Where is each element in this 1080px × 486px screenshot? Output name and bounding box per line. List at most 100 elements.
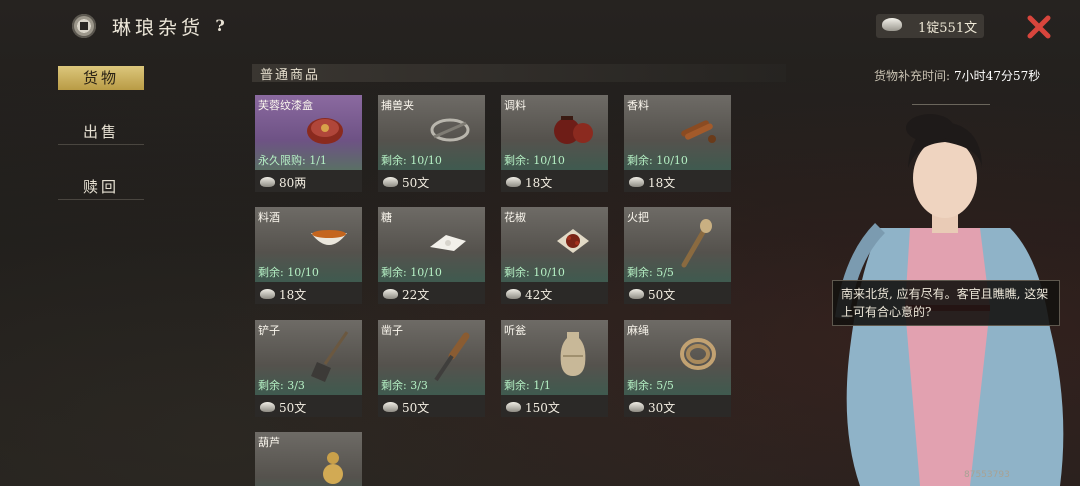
item-name: 凿子 bbox=[381, 324, 403, 337]
item-name: 芙蓉纹漆盒 bbox=[258, 99, 313, 112]
nav-tab-sell[interactable]: 出售 bbox=[58, 120, 144, 145]
item-card[interactable]: 芙蓉纹漆盒 永久限购: 1/1 80两 bbox=[255, 95, 362, 192]
item-price: 18文 bbox=[525, 176, 553, 190]
gourd-icon bbox=[323, 452, 343, 484]
item-card[interactable]: 葫芦 bbox=[255, 432, 362, 486]
item-price-row: 150文 bbox=[501, 398, 608, 417]
item-name: 葫芦 bbox=[258, 436, 280, 449]
item-card[interactable]: 料酒 剩余: 10/10 18文 bbox=[255, 207, 362, 304]
shovel-icon bbox=[311, 331, 349, 382]
item-price: 50文 bbox=[402, 401, 430, 415]
silver-ingot-icon bbox=[629, 289, 644, 299]
item-stock: 剩余: 10/10 bbox=[504, 154, 565, 167]
silver-ingot-icon bbox=[506, 177, 521, 187]
item-name: 调料 bbox=[504, 99, 526, 112]
item-name: 麻绳 bbox=[627, 324, 649, 337]
seasoning-jar-icon bbox=[554, 116, 593, 144]
item-stock: 剩余: 3/3 bbox=[258, 379, 305, 392]
trap-icon bbox=[430, 118, 470, 142]
restock-label: 货物补充时间: bbox=[874, 69, 951, 83]
item-price: 150文 bbox=[525, 401, 560, 415]
item-price-row: 18文 bbox=[255, 285, 362, 304]
item-stock: 剩余: 10/10 bbox=[381, 154, 442, 167]
item-card[interactable]: 调料 剩余: 10/10 18文 bbox=[501, 95, 608, 192]
item-price: 30文 bbox=[648, 401, 676, 415]
close-icon[interactable] bbox=[1026, 14, 1052, 40]
section-header: 普通商品 bbox=[252, 64, 786, 83]
item-stock: 永久限购: 1/1 bbox=[258, 154, 327, 167]
item-card[interactable]: 凿子 剩余: 3/3 50文 bbox=[378, 320, 485, 417]
item-stock: 剩余: 5/5 bbox=[627, 379, 674, 392]
item-price: 18文 bbox=[648, 176, 676, 190]
merchant-speech-bubble: 南来北货, 应有尽有。客官且瞧瞧, 这架上可有合心意的? bbox=[832, 280, 1060, 326]
help-icon[interactable]: ? bbox=[208, 14, 232, 38]
coin-icon bbox=[72, 14, 96, 38]
shop-title: 琳琅杂货 bbox=[112, 17, 205, 39]
item-stock: 剩余: 5/5 bbox=[627, 266, 674, 279]
silver-ingot-icon bbox=[383, 177, 398, 187]
silver-ingot-icon bbox=[882, 18, 902, 31]
silver-ingot-icon bbox=[383, 402, 398, 412]
currency-amount: 1锭551文 bbox=[918, 21, 978, 36]
item-stock: 剩余: 10/10 bbox=[504, 266, 565, 279]
item-card[interactable]: 糖 剩余: 10/10 22文 bbox=[378, 207, 485, 304]
item-price: 50文 bbox=[648, 288, 676, 302]
item-stock: 剩余: 1/1 bbox=[504, 379, 551, 392]
item-price-row: 50文 bbox=[378, 173, 485, 192]
silver-ingot-icon bbox=[506, 402, 521, 412]
item-name: 捕兽夹 bbox=[381, 99, 414, 112]
rope-icon bbox=[680, 338, 716, 370]
item-price: 50文 bbox=[279, 401, 307, 415]
watermark-text: 87553793 bbox=[964, 470, 1010, 480]
side-nav: 货物 出售 赎回 bbox=[58, 66, 146, 230]
item-name: 花椒 bbox=[504, 211, 526, 224]
currency-display: 1锭551文 bbox=[876, 14, 984, 38]
item-stock: 剩余: 10/10 bbox=[627, 154, 688, 167]
sugar-icon bbox=[430, 235, 466, 251]
nav-tab-redeem[interactable]: 赎回 bbox=[58, 175, 144, 200]
divider bbox=[912, 104, 990, 105]
item-stock: 剩余: 10/10 bbox=[258, 266, 319, 279]
item-stock: 剩余: 3/3 bbox=[381, 379, 428, 392]
item-price-row: 50文 bbox=[255, 398, 362, 417]
item-price: 80两 bbox=[279, 176, 307, 190]
silver-ingot-icon bbox=[629, 402, 644, 412]
item-price-row: 18文 bbox=[501, 173, 608, 192]
item-card[interactable]: 香料 剩余: 10/10 18文 bbox=[624, 95, 731, 192]
silver-ingot-icon bbox=[260, 289, 275, 299]
top-bar: 琳琅杂货 ? 1锭551文 bbox=[0, 0, 1080, 56]
chisel-icon bbox=[434, 332, 470, 382]
item-card[interactable]: 火把 剩余: 5/5 50文 bbox=[624, 207, 731, 304]
item-price-row: 42文 bbox=[501, 285, 608, 304]
item-name: 香料 bbox=[627, 99, 649, 112]
silver-ingot-icon bbox=[260, 177, 275, 187]
item-price-row: 22文 bbox=[378, 285, 485, 304]
silver-ingot-icon bbox=[260, 402, 275, 412]
item-price: 18文 bbox=[279, 288, 307, 302]
lacquer-box-icon bbox=[307, 118, 343, 144]
peppercorn-icon bbox=[557, 229, 589, 253]
nav-tab-goods[interactable]: 货物 bbox=[58, 66, 144, 90]
item-price-row: 30文 bbox=[624, 398, 731, 417]
silver-ingot-icon bbox=[506, 289, 521, 299]
item-card[interactable]: 麻绳 剩余: 5/5 30文 bbox=[624, 320, 731, 417]
item-name: 糖 bbox=[381, 211, 392, 224]
item-name: 铲子 bbox=[258, 324, 280, 337]
torch-icon bbox=[681, 219, 712, 268]
item-card[interactable]: 花椒 剩余: 10/10 42文 bbox=[501, 207, 608, 304]
urn-icon bbox=[560, 332, 586, 376]
item-name: 火把 bbox=[627, 211, 649, 224]
item-card[interactable]: 铲子 剩余: 3/3 50文 bbox=[255, 320, 362, 417]
restock-timer: 货物补充时间: 7小时47分57秒 bbox=[874, 67, 1040, 84]
item-stock: 剩余: 10/10 bbox=[381, 266, 442, 279]
item-card[interactable]: 捕兽夹 剩余: 10/10 50文 bbox=[378, 95, 485, 192]
spice-icon bbox=[681, 120, 716, 143]
item-price-row: 18文 bbox=[624, 173, 731, 192]
item-price-row: 50文 bbox=[624, 285, 731, 304]
silver-ingot-icon bbox=[383, 289, 398, 299]
item-price: 42文 bbox=[525, 288, 553, 302]
item-name: 料酒 bbox=[258, 211, 280, 224]
silver-ingot-icon bbox=[629, 177, 644, 187]
item-card[interactable]: 听瓮 剩余: 1/1 150文 bbox=[501, 320, 608, 417]
item-price: 22文 bbox=[402, 288, 430, 302]
